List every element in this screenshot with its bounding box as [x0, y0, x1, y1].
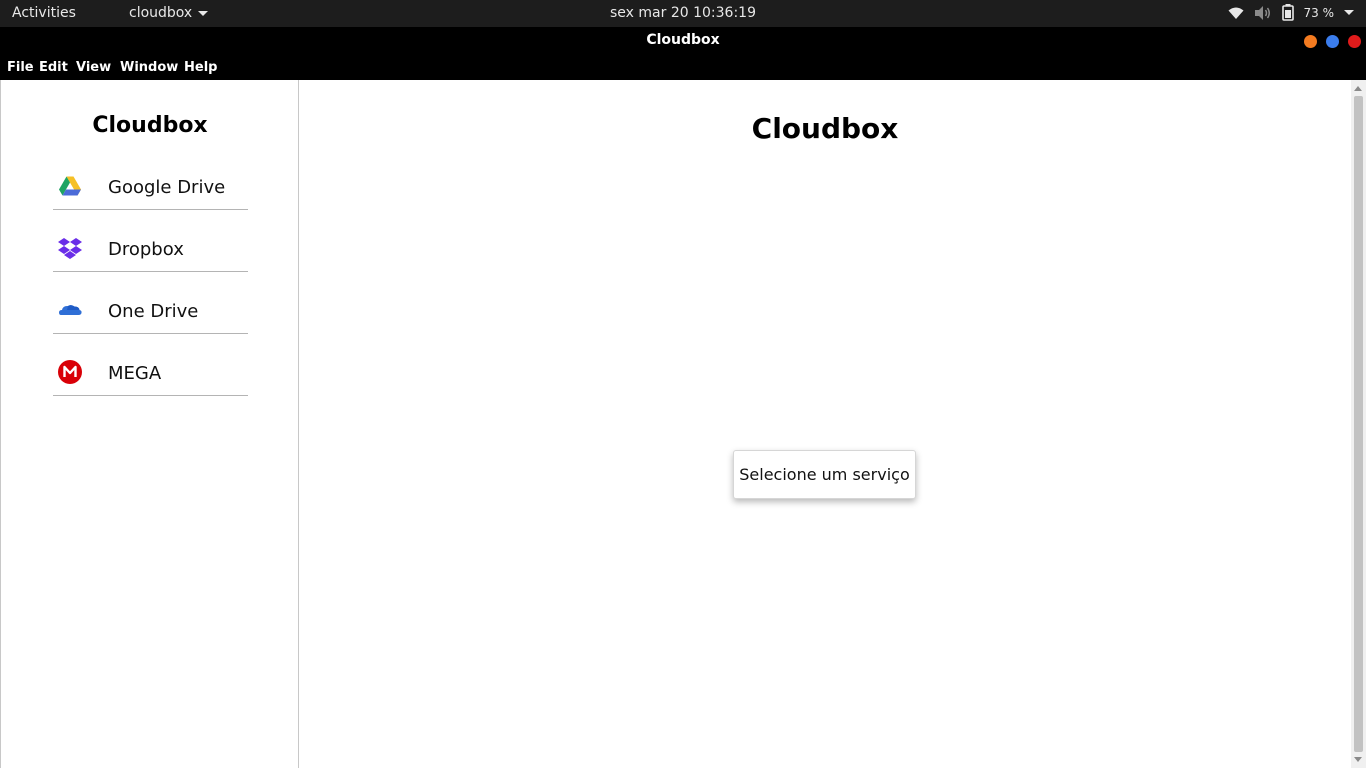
menu-file[interactable]: File: [7, 60, 34, 75]
volume-icon: [1254, 5, 1270, 20]
maximize-button[interactable]: [1326, 35, 1339, 48]
main-panel: Cloudbox Selecione um serviço: [299, 80, 1351, 768]
menu-view[interactable]: View: [76, 60, 111, 75]
sidebar-title: Cloudbox: [92, 113, 208, 138]
system-tray[interactable]: 73 %: [1228, 4, 1354, 21]
activities-button[interactable]: Activities: [12, 5, 76, 21]
app-menu-label: cloudbox: [129, 5, 193, 21]
menu-window[interactable]: Window: [120, 60, 178, 75]
sidebar-item-label: MEGA: [108, 363, 162, 384]
system-top-bar: Activities cloudbox sex mar 20 10:36:19 …: [0, 0, 1366, 27]
onedrive-icon: [59, 305, 82, 315]
sidebar-item-label: Google Drive: [108, 177, 226, 198]
window-title: Cloudbox: [646, 32, 720, 48]
minimize-button[interactable]: [1304, 35, 1317, 48]
chevron-down-icon: [198, 10, 209, 16]
sidebar-item-mega[interactable]: MEGA: [53, 350, 248, 396]
scroll-down-icon[interactable]: [1354, 757, 1362, 762]
sidebar-item-onedrive[interactable]: One Drive: [53, 288, 248, 334]
mega-icon: [58, 360, 82, 384]
sidebar-item-dropbox[interactable]: Dropbox: [53, 226, 248, 272]
dropbox-icon: [58, 238, 82, 259]
menu-help[interactable]: Help: [184, 60, 217, 75]
vertical-scrollbar[interactable]: [1351, 80, 1366, 768]
window-title-bar[interactable]: Cloudbox: [0, 27, 1366, 55]
battery-percentage: 73 %: [1303, 5, 1335, 20]
google-drive-icon: [59, 176, 81, 196]
menu-edit[interactable]: Edit: [39, 60, 68, 75]
sidebar: Cloudbox Google Drive Dropbox One Drive …: [0, 80, 299, 768]
close-button[interactable]: [1348, 35, 1361, 48]
wifi-icon: [1228, 7, 1243, 19]
select-service-message: Selecione um serviço: [733, 450, 916, 499]
app-menu[interactable]: cloudbox: [129, 5, 209, 21]
app-content: Cloudbox Google Drive Dropbox One Drive …: [0, 80, 1366, 768]
page-title: Cloudbox: [751, 112, 899, 145]
clock[interactable]: sex mar 20 10:36:19: [610, 5, 756, 21]
menu-bar: File Edit View Window Help: [0, 55, 1366, 80]
sidebar-item-google-drive[interactable]: Google Drive: [53, 164, 248, 210]
scroll-up-icon[interactable]: [1354, 86, 1362, 91]
sidebar-item-label: One Drive: [108, 301, 199, 322]
chevron-down-icon: [1344, 10, 1354, 15]
sidebar-item-label: Dropbox: [108, 239, 184, 260]
battery-icon: [1281, 4, 1294, 21]
scrollbar-thumb[interactable]: [1354, 96, 1363, 752]
